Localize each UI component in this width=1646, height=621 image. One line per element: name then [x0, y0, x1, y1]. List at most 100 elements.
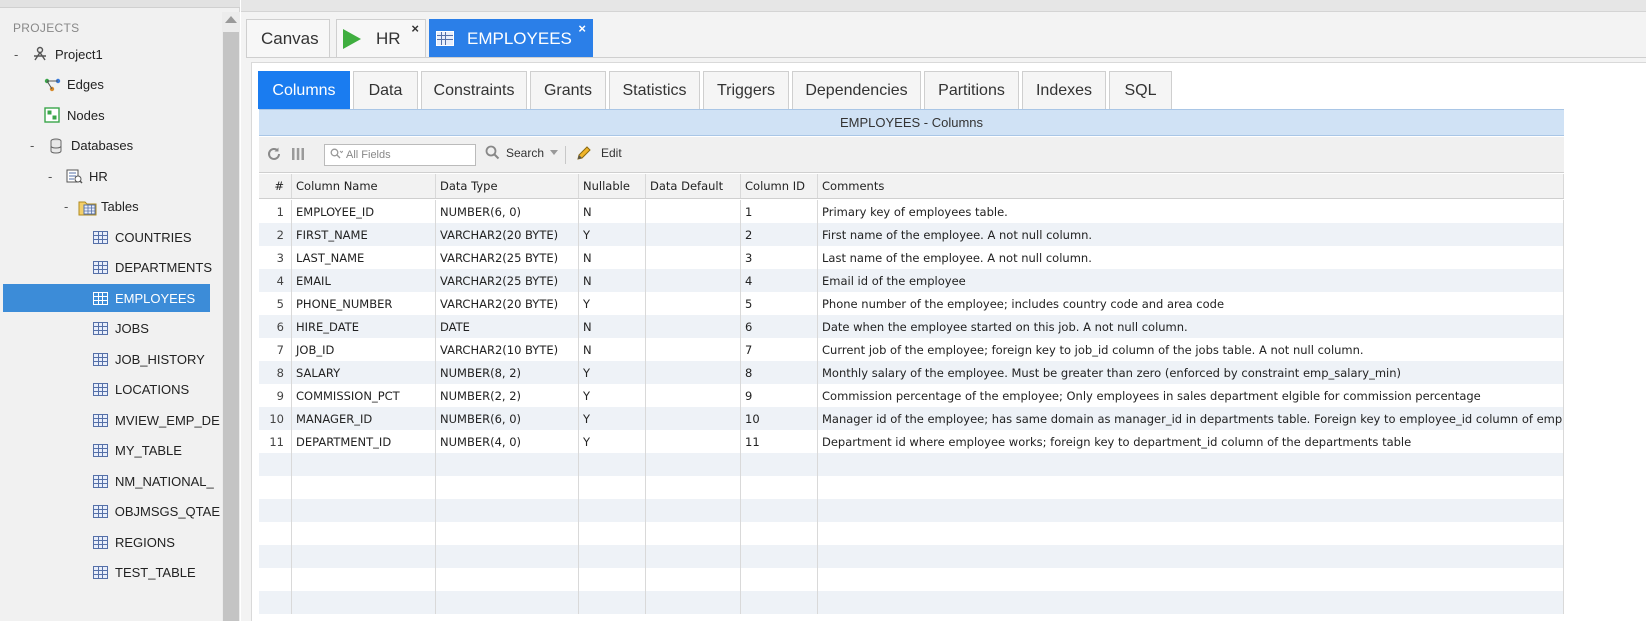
grid-cell [292, 545, 436, 568]
scroll-up-icon[interactable] [225, 16, 237, 23]
table-row[interactable]: 11 DEPARTMENT_ID NUMBER(4, 0) Y 11 Department… [259, 430, 1564, 453]
search-button[interactable]: Search [485, 145, 559, 160]
tab-constraints[interactable]: Constraints [421, 71, 527, 109]
grid-header-row: # Column Name Data Type Nullable Data Defaul… [259, 174, 1564, 199]
collapse-toggle-icon[interactable]: - [14, 47, 24, 62]
tab-grants[interactable]: Grants [530, 71, 606, 109]
close-tab-icon[interactable]: × [411, 21, 419, 36]
tree-node-tables[interactable]: - Tables [0, 193, 220, 221]
grid-cell: Commission percentage of the employee; O… [818, 384, 1564, 407]
grid-cell: Y [579, 407, 646, 430]
tree-node-label: Tables [101, 199, 139, 214]
grid-cell [741, 476, 818, 499]
tree-node-objmsgs-qtae[interactable]: OBJMSGS_QTAE [0, 498, 220, 526]
grid-cell [292, 568, 436, 591]
tree-node-label: JOB_HISTORY [115, 351, 205, 367]
search-input[interactable]: All Fields [324, 144, 476, 166]
tab-data[interactable]: Data [353, 71, 418, 109]
column-header-data-default[interactable]: Data Default [646, 174, 741, 198]
tree-node-project1[interactable]: - Project1 [0, 40, 220, 68]
schema-icon [66, 168, 83, 184]
table-row[interactable]: 10 MANAGER_ID NUMBER(6, 0) Y 10 Manager id of… [259, 407, 1564, 430]
tab-sql[interactable]: SQL [1109, 71, 1172, 109]
collapse-toggle-icon[interactable]: - [64, 199, 74, 214]
column-header-column-name[interactable]: Column Name [292, 174, 436, 198]
tab-columns[interactable]: Columns [258, 71, 350, 109]
collapse-toggle-icon[interactable]: - [48, 169, 58, 184]
grid-cell [646, 292, 741, 315]
column-header-index[interactable]: # [259, 174, 292, 198]
column-header-data-type[interactable]: Data Type [436, 174, 579, 198]
tree-node-regions[interactable]: REGIONS [0, 528, 220, 556]
tree-node-departments[interactable]: DEPARTMENTS [0, 254, 220, 282]
columns-toggle-icon[interactable] [289, 145, 307, 163]
table-icon [93, 535, 108, 549]
table-icon [93, 444, 108, 457]
tree-node-mview-emp-de[interactable]: MVIEW_EMP_DE [0, 406, 220, 434]
empty-row [259, 545, 1564, 568]
tree-node-label: Nodes [67, 107, 105, 123]
edit-button[interactable]: Edit [576, 145, 622, 161]
column-header-comments[interactable]: Comments [818, 174, 1564, 198]
close-tab-icon[interactable]: × [578, 21, 586, 36]
column-header-column-id[interactable]: Column ID [741, 174, 818, 198]
sidebar-scrollbar[interactable] [222, 12, 240, 621]
grid-cell [579, 499, 646, 522]
tree-node-locations[interactable]: LOCATIONS [0, 376, 220, 404]
table-row[interactable]: 3 LAST_NAME VARCHAR2(25 BYTE) N 3 Last name o… [259, 246, 1564, 269]
collapse-toggle-icon[interactable]: - [30, 138, 40, 153]
tree-node-nodes[interactable]: Nodes [0, 101, 220, 129]
grid-cell: FIRST_NAME [292, 223, 436, 246]
tab-statistics[interactable]: Statistics [609, 71, 700, 109]
tree-node-label: MY_TABLE [115, 443, 182, 458]
tree-node-jobs[interactable]: JOBS [0, 315, 220, 343]
table-icon [93, 505, 108, 518]
grid-cell [741, 568, 818, 591]
edit-button-label: Edit [601, 146, 622, 160]
grid-cell: NUMBER(4, 0) [436, 430, 579, 453]
tree-node-employees[interactable]: EMPLOYEES [3, 284, 210, 312]
tree-node-label: JOBS [115, 321, 149, 336]
tree-node-label: MVIEW_EMP_DE [115, 412, 220, 428]
editor-tab-canvas[interactable]: Canvas [246, 19, 330, 57]
table-row[interactable]: 6 HIRE_DATE DATE N 6 Date when the employee s… [259, 315, 1564, 338]
tree-node-test-table[interactable]: TEST_TABLE [0, 559, 220, 587]
tree-node-label: LOCATIONS [115, 382, 190, 397]
column-header-nullable[interactable]: Nullable [579, 174, 646, 198]
grid-cell [436, 476, 579, 499]
empty-row [259, 568, 1564, 591]
refresh-icon[interactable] [265, 145, 283, 163]
grid-cell [292, 522, 436, 545]
table-row[interactable]: 1 EMPLOYEE_ID NUMBER(6, 0) N 1 Primary key of… [259, 200, 1564, 223]
tree-node-databases[interactable]: - Databases [0, 132, 220, 160]
grid-cell [646, 430, 741, 453]
editor-tab-hr[interactable]: HR × [336, 19, 426, 57]
tree-node-label: OBJMSGS_QTAE [114, 504, 220, 519]
tree-node-job-history[interactable]: JOB_HISTORY [0, 345, 220, 373]
scrollbar-thumb[interactable] [223, 32, 239, 621]
table-row[interactable]: 2 FIRST_NAME VARCHAR2(20 BYTE) Y 2 First name… [259, 223, 1564, 246]
grid-cell: N [579, 315, 646, 338]
tree-node-edges[interactable]: Edges [0, 71, 220, 99]
table-row[interactable]: 9 COMMISSION_PCT NUMBER(2, 2) Y 9 Commission … [259, 384, 1564, 407]
project-sidebar: PROJECTS - Project1 Edges Nodes - Databases - H… [0, 0, 240, 621]
project-icon [32, 46, 49, 62]
tab-dependencies[interactable]: Dependencies [792, 71, 921, 109]
grid-cell: 9 [259, 384, 292, 407]
tree-node-countries[interactable]: COUNTRIES [0, 223, 220, 251]
tree-node-nm-national[interactable]: NM_NATIONAL_ [0, 467, 220, 495]
grid-cell [646, 246, 741, 269]
editor-tab-employees[interactable]: EMPLOYEES × [429, 19, 593, 57]
tree-node-my-table[interactable]: MY_TABLE [0, 437, 220, 465]
table-row[interactable]: 8 SALARY NUMBER(8, 2) Y 8 Monthly salary of t… [259, 361, 1564, 384]
grid-cell: LAST_NAME [292, 246, 436, 269]
tab-partitions[interactable]: Partitions [924, 71, 1019, 109]
tab-indexes[interactable]: Indexes [1022, 71, 1106, 109]
table-row[interactable]: 5 PHONE_NUMBER VARCHAR2(20 BYTE) Y 5 Phone nu… [259, 292, 1564, 315]
table-row[interactable]: 7 JOB_ID VARCHAR2(10 BYTE) N 7 Current job of… [259, 338, 1564, 361]
table-editor: Columns Data Constraints Grants Statistics Tr… [251, 62, 1646, 621]
tree-node-hr[interactable]: - HR [0, 162, 220, 190]
table-row[interactable]: 4 EMAIL VARCHAR2(25 BYTE) N 4 Email id of the… [259, 269, 1564, 292]
tab-triggers[interactable]: Triggers [703, 71, 789, 109]
grid-cell: HIRE_DATE [292, 315, 436, 338]
